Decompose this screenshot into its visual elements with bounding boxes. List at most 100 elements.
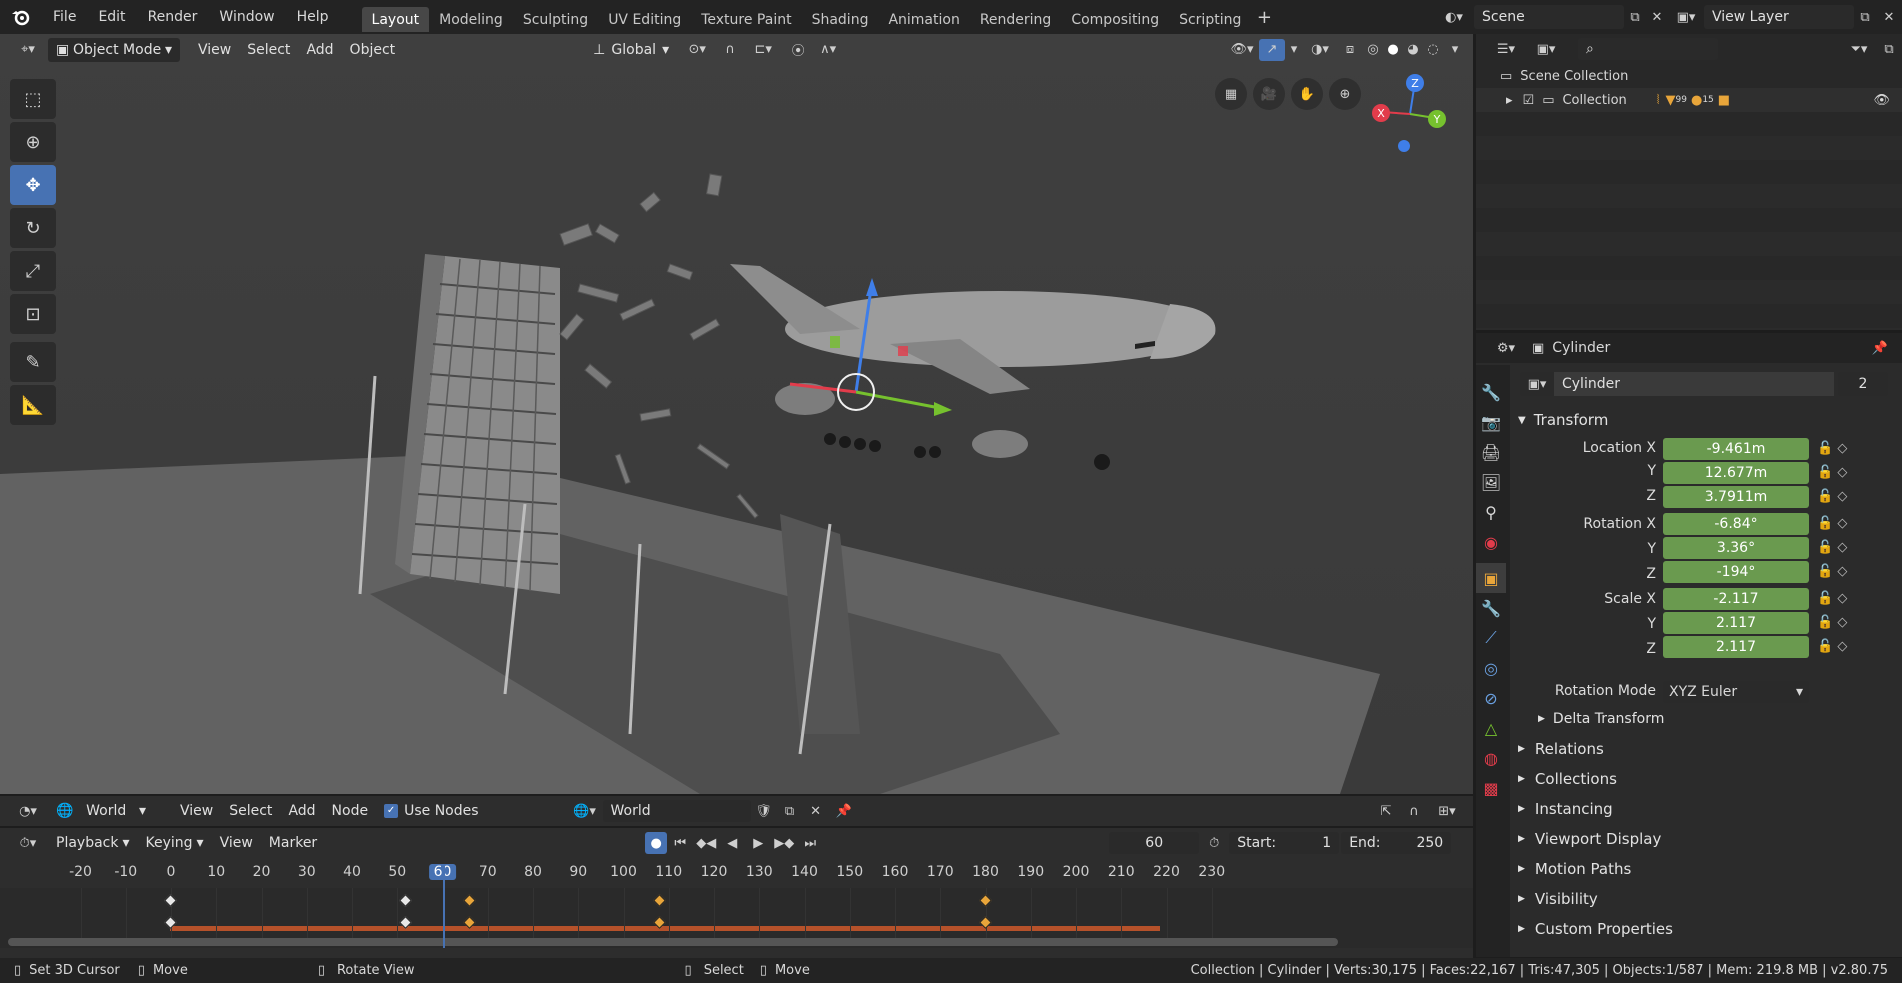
- xray-icon[interactable]: ⧈: [1337, 42, 1363, 57]
- scene-field[interactable]: Scene: [1474, 5, 1624, 29]
- keyframe-marker[interactable]: [652, 894, 666, 907]
- zoom-icon[interactable]: ⊕: [1329, 78, 1361, 110]
- data-tab-icon[interactable]: △: [1476, 713, 1506, 743]
- keyframe-marker[interactable]: [399, 894, 413, 907]
- new-collection-icon[interactable]: ⧉: [1876, 42, 1902, 57]
- object-browse-icon[interactable]: ▣▾: [1520, 372, 1554, 396]
- world-browse-icon[interactable]: 🌐▾: [567, 804, 603, 819]
- viewport-menu-select[interactable]: Select: [239, 38, 298, 62]
- menu-help[interactable]: Help: [286, 0, 340, 34]
- location-x-field[interactable]: -9.461m: [1663, 438, 1809, 460]
- delta-transform-section[interactable]: ▶ Delta Transform: [1510, 704, 1902, 734]
- transform-tool[interactable]: ⊡: [10, 294, 56, 334]
- node-menu-add[interactable]: Add: [280, 799, 323, 823]
- prev-keyframe-icon[interactable]: ◆◀: [693, 836, 719, 851]
- lock-icon[interactable]: 🔓 ◇: [1817, 441, 1847, 456]
- material-shading-icon[interactable]: ◕: [1403, 42, 1423, 57]
- jump-start-icon[interactable]: ⏮: [667, 836, 693, 851]
- snap-icon[interactable]: ∩: [717, 42, 743, 57]
- editor-type-icon[interactable]: ⌖▾: [8, 36, 48, 64]
- lock-icon[interactable]: 🔓 ◇: [1817, 615, 1847, 630]
- jump-end-icon[interactable]: ⏭: [797, 836, 823, 851]
- node-menu-view[interactable]: View: [172, 799, 221, 823]
- tab-sculpting[interactable]: Sculpting: [513, 7, 598, 32]
- tab-scripting[interactable]: Scripting: [1169, 7, 1251, 32]
- node-menu-node[interactable]: Node: [324, 799, 377, 823]
- stopwatch-icon[interactable]: ⏱: [1199, 836, 1229, 851]
- proportional-edit-icon[interactable]: ⦿: [783, 40, 813, 59]
- move-tool[interactable]: ✥: [10, 165, 56, 205]
- outliner-editor-icon[interactable]: ☰▾: [1486, 42, 1526, 57]
- tab-texture-paint[interactable]: Texture Paint: [691, 7, 801, 32]
- fake-user-icon[interactable]: 🛡: [751, 804, 777, 819]
- keyframe-marker[interactable]: [164, 894, 177, 907]
- lock-icon[interactable]: 🔓 ◇: [1817, 564, 1847, 579]
- tab-layout[interactable]: Layout: [361, 7, 430, 32]
- view-layer-field[interactable]: View Layer: [1704, 5, 1854, 29]
- rotation-z-field[interactable]: -194°: [1663, 561, 1809, 583]
- menu-file[interactable]: File: [42, 0, 87, 34]
- orientation-selector[interactable]: ⊥ Global ▾: [585, 38, 677, 62]
- keyframe-marker[interactable]: [978, 894, 992, 907]
- cursor-tool[interactable]: ⊕: [10, 122, 56, 162]
- parent-node-tree-icon[interactable]: ⇱: [1371, 804, 1401, 819]
- playhead[interactable]: [442, 864, 445, 948]
- instancing-section[interactable]: ▶ Instancing: [1510, 794, 1902, 824]
- chevron-down-icon[interactable]: ▾: [1443, 42, 1467, 57]
- rotate-tool[interactable]: ↻: [10, 208, 56, 248]
- frame-ruler[interactable]: -20-100102030405060708090100110120130140…: [0, 864, 1473, 886]
- 3d-viewport[interactable]: ⌖▾ ▣ Object Mode ▾ View Select Add Objec…: [0, 34, 1473, 794]
- visibility-section[interactable]: ▶ Visibility: [1510, 884, 1902, 914]
- custom-properties-section[interactable]: ▶ Custom Properties: [1510, 914, 1902, 944]
- current-frame-field[interactable]: 60: [1109, 832, 1200, 854]
- rotation-y-field[interactable]: 3.36°: [1663, 537, 1809, 559]
- menu-render[interactable]: Render: [137, 0, 209, 34]
- pin-icon[interactable]: 📌: [1872, 341, 1888, 356]
- gizmo-toggle-icon[interactable]: ↗: [1259, 38, 1285, 61]
- tab-uv-editing[interactable]: UV Editing: [598, 7, 691, 32]
- lock-icon[interactable]: 🔓 ◇: [1817, 540, 1847, 555]
- outliner-search-input[interactable]: ⌕: [1578, 38, 1718, 60]
- material-tab-icon[interactable]: ◍: [1476, 743, 1506, 773]
- viewport-display-section[interactable]: ▶ Viewport Display: [1510, 824, 1902, 854]
- tab-animation[interactable]: Animation: [878, 7, 969, 32]
- world-name-field[interactable]: World: [602, 800, 751, 822]
- eye-icon[interactable]: 👁: [1873, 93, 1890, 108]
- rotation-x-field[interactable]: -6.84°: [1663, 513, 1809, 535]
- object-tab-icon[interactable]: ▣: [1476, 563, 1506, 593]
- object-name-field[interactable]: Cylinder: [1554, 372, 1834, 396]
- perspective-toggle-icon[interactable]: ▦: [1215, 78, 1247, 110]
- delete-view-layer-icon[interactable]: ✕: [1876, 10, 1902, 25]
- collection-row[interactable]: ▸ ☑ ▭ Collection ⦚ ▼ 99 ● 15 ■ 👁: [1476, 88, 1902, 112]
- checkbox-icon[interactable]: ☑: [1523, 93, 1535, 108]
- relations-section[interactable]: ▶ Relations: [1510, 734, 1902, 764]
- timeline-menu-view[interactable]: View: [212, 831, 261, 855]
- expand-arrow-icon[interactable]: ▸: [1506, 93, 1513, 108]
- user-count-field[interactable]: 2: [1838, 372, 1888, 396]
- delete-scene-icon[interactable]: ✕: [1646, 10, 1668, 25]
- location-y-field[interactable]: 12.677m: [1663, 462, 1809, 484]
- keyframe-marker[interactable]: [462, 894, 476, 907]
- scale-z-field[interactable]: 2.117: [1663, 636, 1809, 658]
- pan-hand-icon[interactable]: ✋: [1291, 78, 1323, 110]
- world-tab-icon[interactable]: ◉: [1476, 527, 1506, 557]
- rendered-shading-icon[interactable]: ◌: [1423, 42, 1443, 57]
- wireframe-shading-icon[interactable]: ◎: [1363, 42, 1383, 57]
- lock-icon[interactable]: 🔓 ◇: [1817, 465, 1847, 480]
- menu-window[interactable]: Window: [208, 0, 285, 34]
- y-axis-icon[interactable]: Y: [1428, 110, 1446, 128]
- record-icon[interactable]: ●: [645, 832, 668, 854]
- playback-menu[interactable]: Playback ▾: [48, 831, 138, 855]
- particles-tab-icon[interactable]: ⟋: [1476, 623, 1506, 653]
- annotate-tool[interactable]: ✎: [10, 342, 56, 382]
- tab-rendering[interactable]: Rendering: [970, 7, 1062, 32]
- solid-shading-icon[interactable]: ●: [1383, 42, 1403, 57]
- axis-gizmo[interactable]: Z Y X: [1370, 74, 1450, 154]
- location-z-field[interactable]: 3.7911m: [1663, 486, 1809, 508]
- scale-tool[interactable]: ⤢: [10, 251, 56, 291]
- camera-view-icon[interactable]: 🎥: [1253, 78, 1285, 110]
- lock-icon[interactable]: 🔓 ◇: [1817, 591, 1847, 606]
- new-world-icon[interactable]: ⧉: [777, 804, 803, 819]
- start-frame-field[interactable]: Start: 1: [1229, 832, 1340, 854]
- snap-target-icon[interactable]: ⊏▾: [743, 42, 783, 57]
